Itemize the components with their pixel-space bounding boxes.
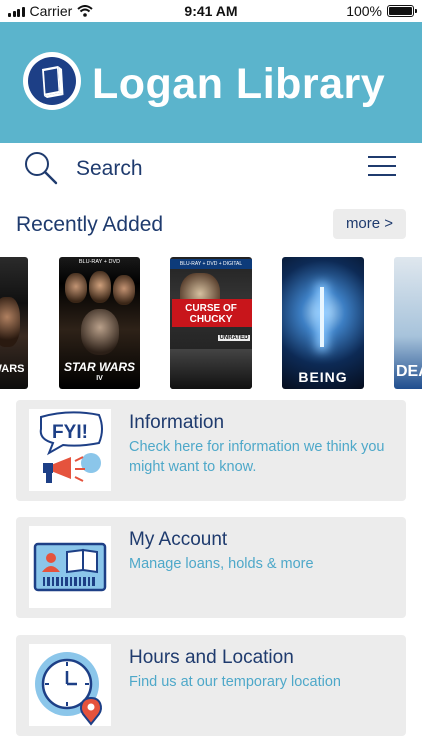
- fyi-icon-text: FYI!: [52, 422, 88, 443]
- my-account-card[interactable]: My Account Manage loans, holds & more: [16, 517, 406, 618]
- cover-title: DEA: [396, 363, 422, 380]
- recently-added-carousel[interactable]: WARS BLU-RAY + DVD STAR WARS IV BLU-RAY …: [0, 257, 422, 389]
- app-title: Logan Library: [92, 60, 386, 108]
- cover-title: WARS: [0, 363, 25, 375]
- search-icon[interactable]: [24, 151, 58, 185]
- search-input[interactable]: [76, 155, 336, 183]
- cover-title: STAR WARS: [63, 360, 136, 374]
- cover-item[interactable]: BLU-RAY + DVD + DIGITAL CURSE OF CHUCKY …: [170, 257, 252, 389]
- status-bar: Carrier 9:41 AM 100%: [0, 0, 422, 22]
- information-card[interactable]: FYI! Information Check here for informat…: [16, 400, 406, 501]
- fyi-icon: FYI!: [29, 409, 111, 491]
- card-description-my-account: Manage loans, holds & more: [129, 556, 314, 572]
- clock-location-icon: [29, 644, 111, 726]
- card-description-hours-location: Find us at our temporary location: [129, 674, 341, 690]
- card-description-information: Check here for information we think you …: [129, 439, 385, 475]
- card-title-information: Information: [129, 412, 225, 433]
- library-card-icon: [29, 526, 111, 608]
- cover-subtitle: UNRATED: [218, 335, 250, 341]
- cover-banner: BLU-RAY + DVD: [78, 259, 121, 265]
- library-logo-icon: [23, 52, 81, 110]
- app-header: Logan Library: [0, 22, 422, 143]
- status-right: 100%: [346, 3, 417, 19]
- card-title-my-account: My Account: [129, 529, 228, 550]
- cover-title: BEING: [298, 369, 348, 385]
- cover-subtitle: IV: [96, 375, 103, 382]
- cover-item[interactable]: DEA: [394, 257, 422, 389]
- cover-item[interactable]: BEING: [282, 257, 364, 389]
- search-bar: [0, 143, 422, 195]
- cover-title: CURSE OF CHUCKY: [185, 303, 237, 325]
- battery-icon: [387, 5, 417, 17]
- battery-percent: 100%: [346, 3, 382, 19]
- hamburger-menu-icon[interactable]: [368, 154, 398, 178]
- hours-location-card[interactable]: Hours and Location Find us at our tempor…: [16, 635, 406, 736]
- cover-banner: BLU-RAY + DVD + DIGITAL: [170, 259, 252, 269]
- cover-item[interactable]: BLU-RAY + DVD STAR WARS IV: [59, 257, 140, 389]
- cover-item[interactable]: WARS: [0, 257, 28, 389]
- more-button[interactable]: more >: [333, 209, 406, 239]
- card-title-hours-location: Hours and Location: [129, 647, 294, 668]
- section-title-recently-added: Recently Added: [16, 213, 164, 236]
